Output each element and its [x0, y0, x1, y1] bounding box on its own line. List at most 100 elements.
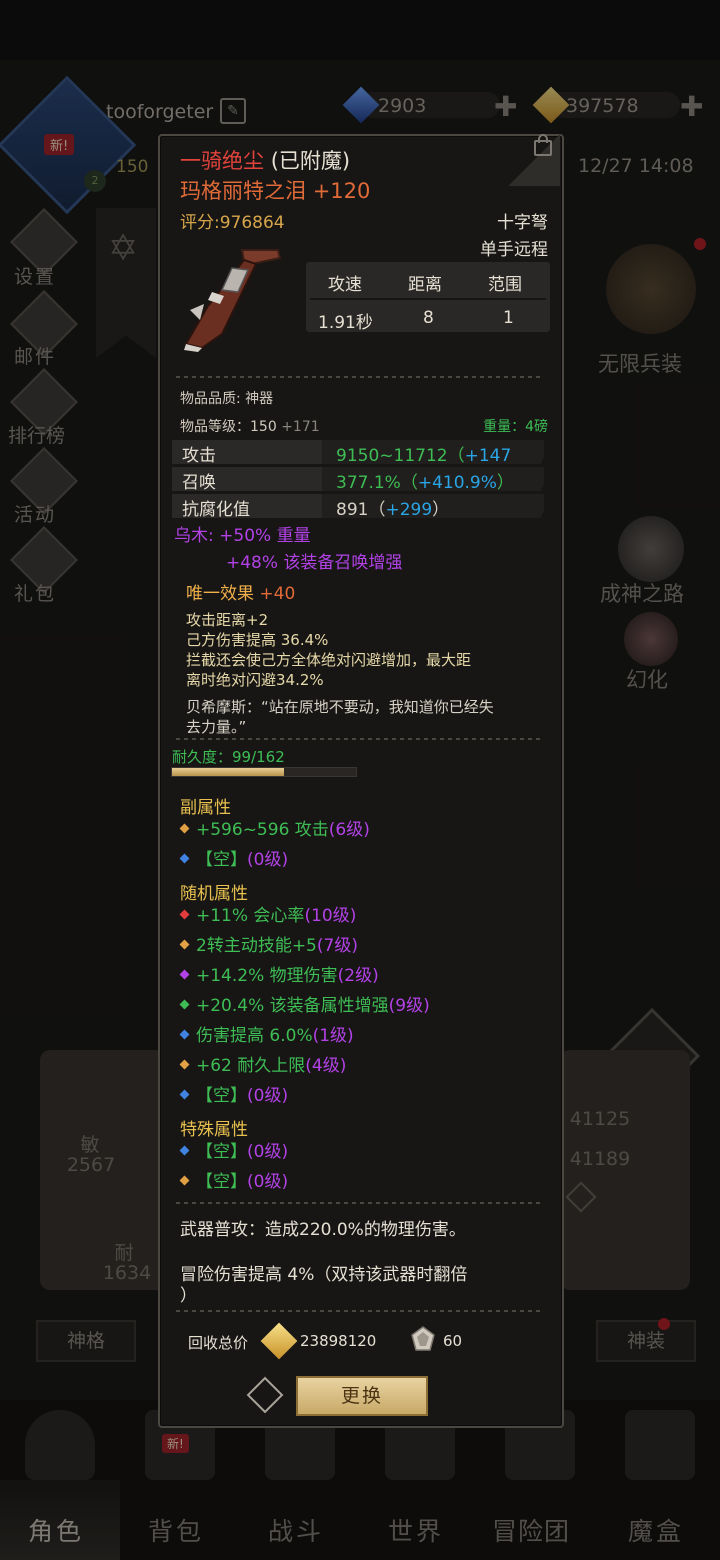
gem-icon [179, 1029, 190, 1040]
durability-fill [172, 768, 285, 776]
attr-text: 【空】 [196, 1172, 247, 1192]
attr-level: (2级) [337, 966, 379, 986]
attr-text: 【空】 [196, 850, 247, 870]
stat-bonus-attack: +147 [464, 446, 512, 466]
stat-bonus-corruption: +299 [385, 500, 433, 520]
flintlock-pistol-icon [184, 249, 282, 352]
attr-text: 2转主动技能+5 [196, 936, 317, 956]
quote-line-2: 去力量。” [186, 718, 247, 736]
attr-row: +596~596 攻击(6级) [179, 815, 370, 840]
divider [176, 376, 542, 378]
enchant-line: 玛格丽特之泪 +120 [180, 175, 370, 205]
gem-icon [179, 1089, 190, 1100]
gem-icon [179, 1059, 190, 1070]
stat-value-corruption: 891 [336, 500, 369, 520]
divider [176, 1202, 542, 1204]
recycle-label: 回收总价 [188, 1334, 249, 1352]
replace-button[interactable]: 更换 [296, 1376, 428, 1416]
gem-icon [179, 823, 190, 834]
attr-level: (0级) [247, 1142, 289, 1162]
gem-icon [179, 969, 190, 980]
effect-4: 离时绝对闪避34.2% [186, 671, 324, 689]
durability-label: 耐久度：99/162 [172, 748, 285, 766]
stat-value-summon: 377.1% [336, 473, 401, 493]
enchant-name: 玛格丽特之泪 [180, 179, 306, 203]
recycle-gold: 23898120 [300, 1332, 377, 1350]
attr-row: 【空】(0级) [179, 1137, 289, 1162]
unique-effect: 唯一效果 +40 [186, 579, 295, 604]
attr-text: +11% 会心率 [196, 906, 305, 926]
effect-2: 己方伤害提高 36.4% [186, 631, 329, 649]
paren: （ [368, 500, 386, 520]
attr-row: 伤害提高 6.0%(1级) [179, 1021, 354, 1046]
recycle-shard: 60 [443, 1332, 463, 1350]
attr-text: +20.4% 该装备属性增强 [196, 996, 389, 1016]
gem-icon [179, 1175, 190, 1186]
divider [176, 738, 542, 740]
attr-level: (10级) [304, 906, 357, 926]
spec-value-area: 1 [503, 308, 514, 328]
lock-icon[interactable] [534, 134, 552, 156]
stat-name-corruption: 抗腐化值 [182, 500, 250, 520]
effect-1: 攻击距离+2 [186, 611, 269, 629]
adventure-line-1: 冒险伤害提高 4%（双持该武器时翻倍 [180, 1265, 468, 1285]
gem-icon [179, 909, 190, 920]
gem-icon [179, 939, 190, 950]
spec-header-area: 范围 [488, 275, 522, 295]
effect-3: 拦截还会使己方全体绝对闪避增加，最大距 [186, 651, 472, 669]
spec-divider [310, 298, 546, 300]
stat-value-summon-line: 377.1%（+410.9%） [336, 468, 514, 493]
paren: ） [496, 473, 514, 493]
attr-level: (1级) [312, 1026, 354, 1046]
attr-row: +11% 会心率(10级) [179, 901, 357, 926]
paren: （ [400, 473, 418, 493]
spec-value-range: 8 [423, 308, 434, 328]
attr-text: 【空】 [196, 1142, 247, 1162]
item-type: 十字弩 [497, 213, 548, 233]
item-weight: 重量：4磅 [483, 419, 548, 435]
item-hand: 单手远程 [480, 240, 548, 260]
gem-icon [179, 853, 190, 864]
divider [176, 1310, 542, 1312]
item-name-suffix: (已附魔) [270, 149, 351, 173]
paren: ） [432, 500, 450, 520]
weapon-attack: 武器普攻：造成220.0%的物理伤害。 [180, 1220, 466, 1240]
spec-value-speed: 1.91秒 [318, 313, 373, 333]
attr-row: 【空】(0级) [179, 1081, 289, 1106]
attr-level: (0级) [247, 850, 289, 870]
shard-icon [411, 1326, 435, 1351]
stat-bonus-summon: +410.9% [417, 473, 497, 493]
attr-level: (0级) [247, 1172, 289, 1192]
item-score: 评分:976864 [180, 213, 285, 233]
unique-label: 唯一效果 [186, 584, 254, 604]
material-line-1: 乌木: +50% 重量 [174, 526, 311, 546]
attr-text: 伤害提高 6.0% [196, 1026, 313, 1046]
attr-row: 2转主动技能+5(7级) [179, 931, 358, 956]
attr-row: 【空】(0级) [179, 845, 289, 870]
attr-level: (0级) [247, 1086, 289, 1106]
attr-row: 【空】(0级) [179, 1167, 289, 1192]
spec-header-range: 距离 [408, 275, 442, 295]
enchant-value: +120 [312, 179, 371, 203]
adventure-line-2: ） [180, 1286, 197, 1306]
item-name-line: 一骑绝尘 (已附魔) [180, 145, 350, 175]
material-line-2: +48% 该装备召唤增强 [226, 553, 403, 573]
spec-header-speed: 攻速 [328, 275, 362, 295]
item-quality: 物品品质: 神器 [180, 391, 274, 407]
stat-value-attack-line: 9150~11712（+147 [336, 441, 511, 466]
gem-icon [179, 999, 190, 1010]
unique-value: +40 [259, 584, 296, 604]
stat-value-attack: 9150~11712 [336, 446, 448, 466]
stat-name-summon: 召唤 [182, 473, 216, 493]
attr-text: +596~596 攻击 [196, 820, 329, 840]
attr-level: (7级) [316, 936, 358, 956]
attr-level: (6级) [328, 820, 370, 840]
attr-row: +62 耐久上限(4级) [179, 1051, 346, 1076]
attr-row: +14.2% 物理伤害(2级) [179, 961, 379, 986]
stat-value-corruption-line: 891（+299） [336, 495, 449, 520]
attr-row: +20.4% 该装备属性增强(9级) [179, 991, 430, 1016]
attr-level: (9级) [388, 996, 430, 1016]
stat-name-attack: 攻击 [182, 446, 216, 466]
gem-icon [179, 1145, 190, 1156]
attr-text: +14.2% 物理伤害 [196, 966, 338, 986]
